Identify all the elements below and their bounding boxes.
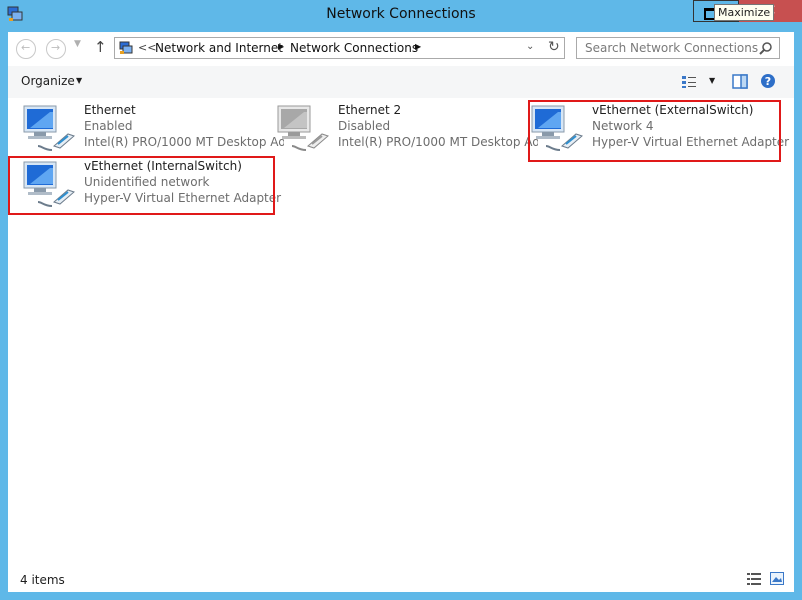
connection-status: Enabled <box>84 119 133 133</box>
change-view-icon[interactable] <box>681 75 697 89</box>
maximize-tooltip: Maximize <box>714 4 775 21</box>
breadcrumb-overflow[interactable]: << <box>138 41 156 54</box>
item-count: 4 items <box>20 573 65 587</box>
large-icons-view-icon[interactable] <box>770 572 784 585</box>
forward-button[interactable]: → <box>46 39 66 59</box>
window-title: Network Connections <box>326 6 476 22</box>
up-arrow-icon[interactable]: ↑ <box>94 38 107 56</box>
connection-ethernet-2[interactable]: Ethernet 2 Disabled Intel(R) PRO/1000 MT… <box>276 102 540 154</box>
preview-pane-icon[interactable] <box>732 74 748 89</box>
refresh-icon[interactable]: ↻ <box>548 39 560 55</box>
help-icon[interactable]: ? <box>760 73 776 89</box>
connection-ethernet[interactable]: Ethernet Enabled Intel(R) PRO/1000 MT De… <box>22 102 286 154</box>
highlight-box-internalswitch <box>8 156 275 215</box>
search-input[interactable]: Search Network Connections <box>576 37 780 59</box>
connection-device: Intel(R) PRO/1000 MT Desktop Ad... <box>84 135 284 149</box>
details-view-icon[interactable] <box>747 573 761 585</box>
explorer-window: Network Connections ✕ Maximize ← → ▼ ↑ <… <box>0 0 802 600</box>
connection-name: Ethernet <box>84 103 136 117</box>
search-placeholder: Search Network Connections <box>585 41 759 55</box>
connection-name: Ethernet 2 <box>338 103 402 117</box>
file-list-view[interactable]: Ethernet Enabled Intel(R) PRO/1000 MT De… <box>8 98 794 568</box>
status-bar: 4 items <box>8 568 794 592</box>
navigation-bar: ← → ▼ ↑ << Network and Internet ▶ Networ… <box>8 32 794 66</box>
forward-arrow-icon: → <box>51 41 61 54</box>
breadcrumb-network-connections[interactable]: Network Connections <box>290 41 418 55</box>
title-bar[interactable]: Network Connections ✕ Maximize <box>0 0 802 32</box>
network-connections-location-icon <box>119 41 133 54</box>
views-dropdown-icon[interactable]: ▼ <box>709 76 715 85</box>
command-bar: Organize ▼ ▼ ? <box>8 66 794 98</box>
network-adapter-disabled-icon <box>277 105 329 151</box>
svg-text:?: ? <box>765 75 771 88</box>
highlight-box-externalswitch <box>528 100 781 162</box>
recent-locations-button[interactable]: ▼ <box>74 39 81 49</box>
back-button[interactable]: ← <box>16 39 36 59</box>
back-arrow-icon: ← <box>21 41 31 54</box>
organize-dropdown-icon[interactable]: ▼ <box>76 76 82 85</box>
address-dropdown-icon[interactable]: ⌄ <box>526 41 534 52</box>
connection-status: Disabled <box>338 119 391 133</box>
connection-device: Intel(R) PRO/1000 MT Desktop Ad... <box>338 135 538 149</box>
breadcrumb-separator-icon[interactable]: ▶ <box>415 42 421 51</box>
breadcrumb-separator-icon[interactable]: ▶ <box>278 42 284 51</box>
breadcrumb-network-and-internet[interactable]: Network and Internet <box>155 41 283 55</box>
search-icon[interactable] <box>759 41 773 55</box>
organize-button[interactable]: Organize <box>21 74 75 88</box>
address-bar[interactable]: << Network and Internet ▶ Network Connec… <box>114 37 565 59</box>
window-client-area: ← → ▼ ↑ << Network and Internet ▶ Networ… <box>8 32 794 592</box>
network-adapter-icon <box>23 105 75 151</box>
